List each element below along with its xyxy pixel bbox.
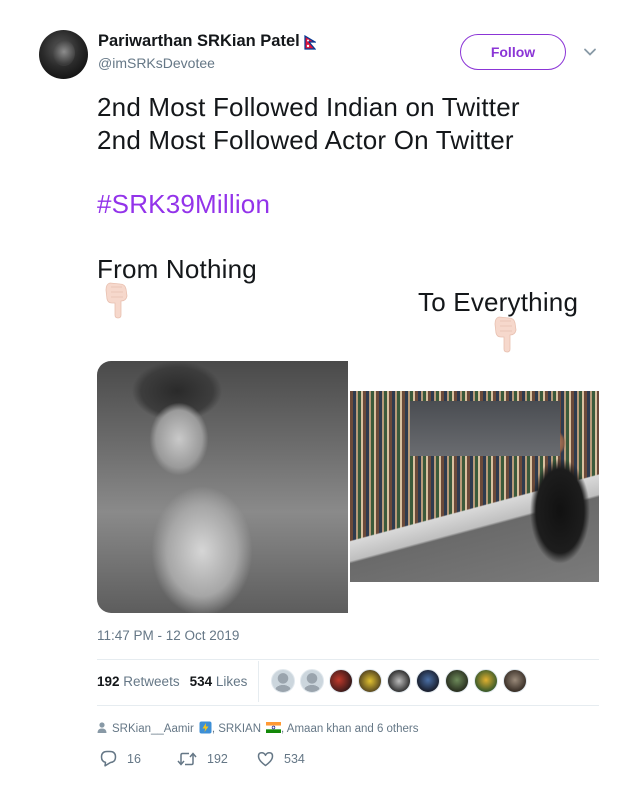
liker-avatar[interactable] [300, 669, 324, 693]
retweets-label: Retweets [123, 674, 180, 689]
liked-by-others[interactable]: , Amaan khan and 6 others [281, 723, 418, 735]
follow-button[interactable]: Follow [460, 34, 566, 70]
tweet-media[interactable] [97, 361, 599, 613]
author-display-name-row[interactable]: Pariwarthan SRKian Patel [98, 32, 317, 51]
retweet-icon [177, 751, 197, 767]
likes-count: 534 [189, 674, 213, 689]
liker-avatar[interactable] [329, 669, 353, 693]
liker-avatar[interactable] [271, 669, 295, 693]
liked-by-user-2[interactable]: , SRKIAN [212, 723, 261, 735]
person-icon [97, 722, 107, 736]
author-info: Pariwarthan SRKian Patel @imSRKsDevotee [98, 32, 317, 71]
tweet-line-2: 2nd Most Followed Actor On Twitter [97, 125, 514, 155]
tweet-stats: 192 Retweets 534 Likes [97, 674, 247, 689]
tweet-line-4: To Everything [418, 287, 579, 317]
reply-button[interactable]: 16 [100, 750, 177, 767]
child-photo[interactable] [97, 361, 348, 613]
likes-label: Likes [215, 674, 248, 689]
pointing-down-hand-icon [491, 315, 521, 353]
like-count: 534 [284, 751, 305, 766]
chevron-down-icon[interactable] [583, 44, 597, 58]
india-flag-icon [266, 722, 282, 736]
retweet-count: 192 [207, 751, 228, 766]
hashtag-link[interactable]: #SRK39Million [97, 189, 270, 220]
tweet-line-1: 2nd Most Followed Indian on Twitter [97, 92, 520, 122]
tweet-actions: 16 192 534 [100, 750, 305, 767]
crowd-photo[interactable] [350, 391, 599, 582]
liker-avatars [271, 669, 527, 693]
tweet-timestamp[interactable]: 11:47 PM - 12 Oct 2019 [97, 628, 239, 643]
liker-avatar[interactable] [387, 669, 411, 693]
retweet-button[interactable]: 192 [177, 751, 257, 767]
reply-count: 16 [127, 751, 141, 766]
liker-avatar[interactable] [358, 669, 382, 693]
liker-avatar[interactable] [445, 669, 469, 693]
author-avatar[interactable] [39, 30, 88, 79]
divider [97, 705, 599, 706]
retweets-stat[interactable]: 192 Retweets [97, 674, 180, 689]
author-handle[interactable]: @imSRKsDevotee [98, 55, 316, 71]
heart-icon [257, 751, 274, 767]
nepal-flag-icon [304, 34, 317, 50]
liked-by-line: SRKian__Aamir , SRKIAN , Amaan khan and … [97, 721, 419, 737]
liker-avatar[interactable] [503, 669, 527, 693]
retweets-count: 192 [97, 674, 120, 689]
author-display-name[interactable]: Pariwarthan SRKian Patel [98, 32, 300, 51]
lightning-badge-icon [199, 721, 212, 737]
reply-icon [100, 750, 117, 767]
divider [97, 659, 599, 660]
likes-stat[interactable]: 534 Likes [190, 674, 248, 689]
stats-separator [258, 661, 259, 702]
liked-by-user-1[interactable]: SRKian__Aamir [112, 723, 194, 735]
like-button[interactable]: 534 [257, 751, 305, 767]
liker-avatar[interactable] [474, 669, 498, 693]
liker-avatar[interactable] [416, 669, 440, 693]
pointing-down-hand-icon [102, 281, 132, 319]
